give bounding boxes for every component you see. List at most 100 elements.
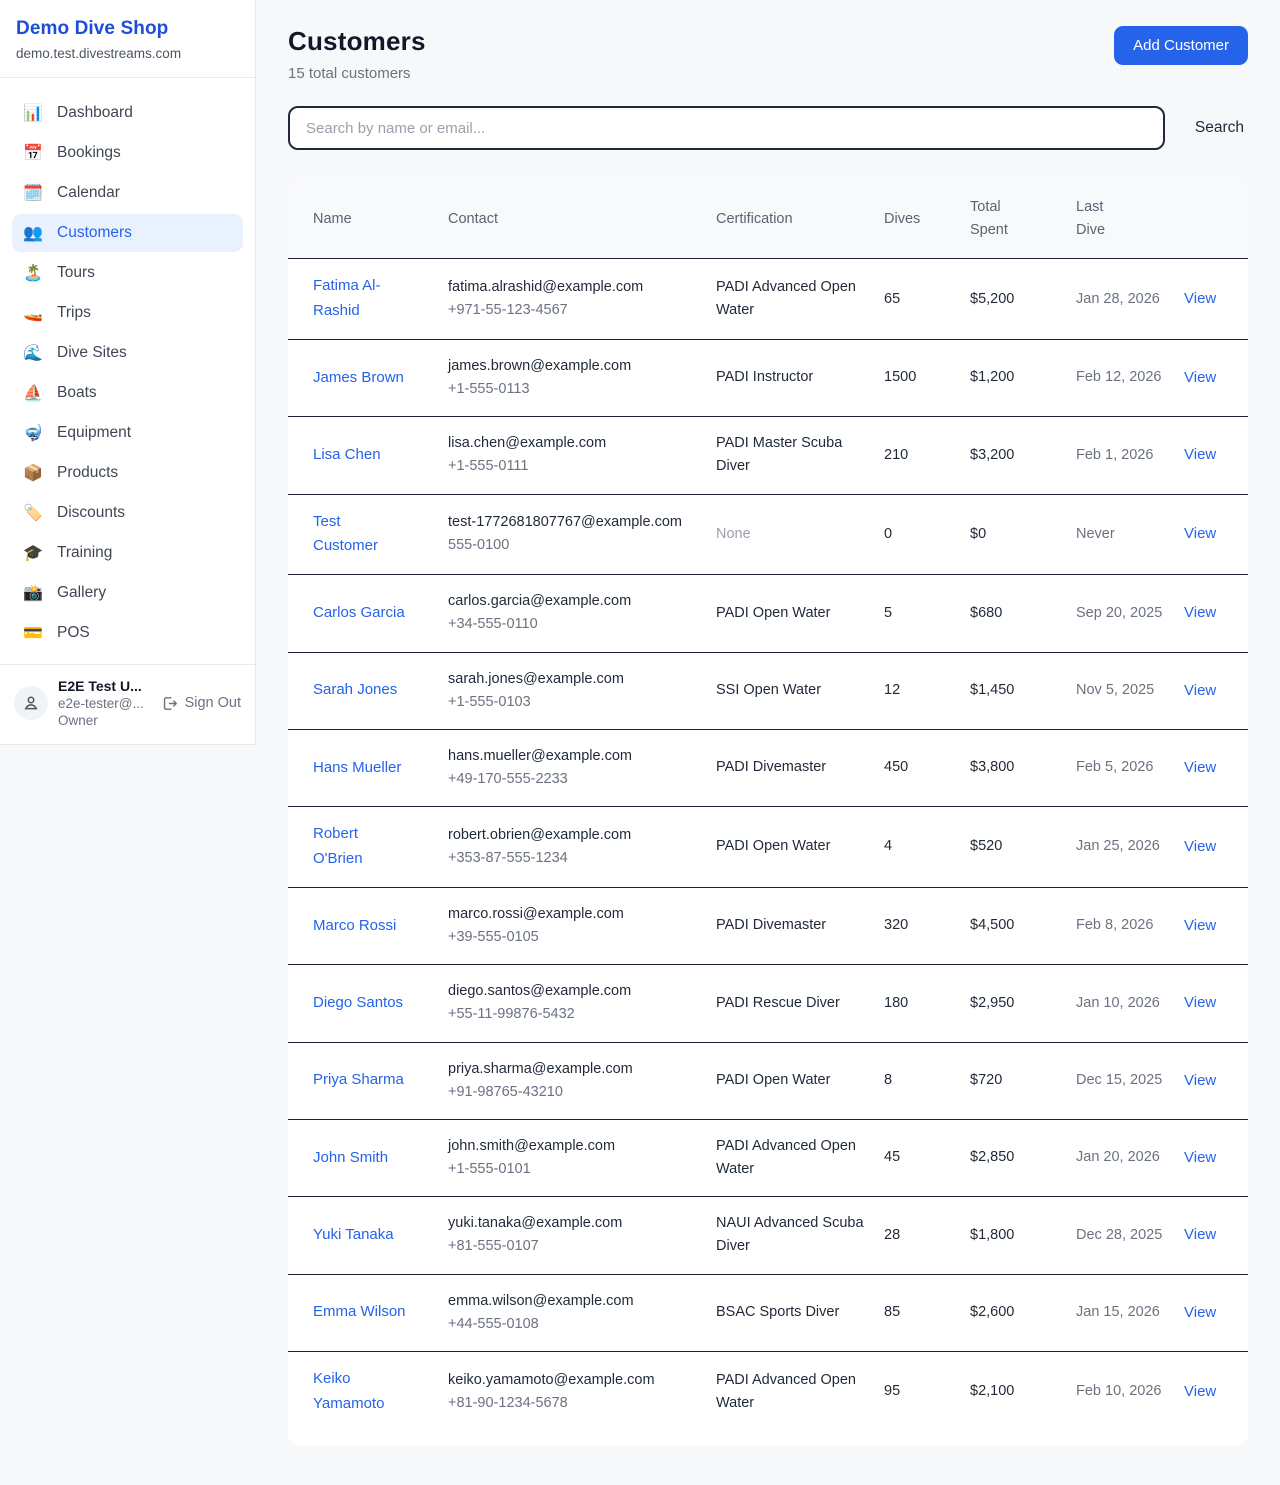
customer-last-dive: Dec 15, 2025 bbox=[1076, 1072, 1162, 1088]
customer-name-link[interactable]: Fatima Al-Rashid bbox=[313, 277, 381, 319]
view-link[interactable]: View bbox=[1184, 994, 1216, 1011]
customer-name-link[interactable]: Test Customer bbox=[313, 513, 378, 555]
sidebar-item-dashboard[interactable]: 📊 Dashboard bbox=[12, 94, 243, 132]
customer-name-link[interactable]: Yuki Tanaka bbox=[313, 1226, 394, 1243]
cell-last-dive: Feb 5, 2026 bbox=[1066, 729, 1174, 806]
customer-dives: 450 bbox=[884, 759, 908, 775]
customer-certification: PADI Master Scuba Diver bbox=[716, 435, 842, 474]
customer-last-dive: Jan 25, 2026 bbox=[1076, 838, 1160, 854]
sidebar-item-dive-sites[interactable]: 🌊 Dive Sites bbox=[12, 334, 243, 372]
cell-contact: keiko.yamamoto@example.com +81-90-1234-5… bbox=[438, 1352, 706, 1432]
cell-certification: PADI Divemaster bbox=[706, 729, 874, 806]
table-row: Carlos Garcia carlos.garcia@example.com … bbox=[288, 575, 1248, 652]
cell-contact: sarah.jones@example.com +1-555-0103 bbox=[438, 652, 706, 729]
customer-certification: PADI Advanced Open Water bbox=[716, 1372, 856, 1411]
customer-name-link[interactable]: Keiko Yamamoto bbox=[313, 1370, 384, 1412]
view-link[interactable]: View bbox=[1184, 525, 1216, 542]
customer-last-dive: Never bbox=[1076, 526, 1115, 542]
customer-total-spent: $1,800 bbox=[970, 1227, 1014, 1243]
cell-total-spent: $1,450 bbox=[960, 652, 1066, 729]
sidebar-item-label: Boats bbox=[57, 384, 97, 402]
table-row: Sarah Jones sarah.jones@example.com +1-5… bbox=[288, 652, 1248, 729]
customer-dives: 0 bbox=[884, 526, 892, 542]
view-link[interactable]: View bbox=[1184, 682, 1216, 699]
customer-last-dive: Feb 12, 2026 bbox=[1076, 369, 1161, 385]
sidebar-item-pos[interactable]: 💳 POS bbox=[12, 614, 243, 652]
discounts-icon: 🏷️ bbox=[22, 503, 44, 523]
customer-name-link[interactable]: Robert O'Brien bbox=[313, 825, 363, 867]
view-link[interactable]: View bbox=[1184, 917, 1216, 934]
view-link[interactable]: View bbox=[1184, 290, 1216, 307]
view-link[interactable]: View bbox=[1184, 1226, 1216, 1243]
customer-certification: PADI Advanced Open Water bbox=[716, 1138, 856, 1177]
view-link[interactable]: View bbox=[1184, 1383, 1216, 1400]
sidebar-item-calendar[interactable]: 🗓️ Calendar bbox=[12, 174, 243, 212]
customer-name-link[interactable]: Diego Santos bbox=[313, 994, 403, 1011]
customer-last-dive: Nov 5, 2025 bbox=[1076, 682, 1154, 698]
cell-name: Diego Santos bbox=[288, 965, 438, 1042]
sidebar-item-discounts[interactable]: 🏷️ Discounts bbox=[12, 494, 243, 532]
view-link[interactable]: View bbox=[1184, 369, 1216, 386]
customer-name-link[interactable]: Hans Mueller bbox=[313, 759, 401, 776]
cell-view: View bbox=[1174, 729, 1248, 806]
customer-last-dive: Jan 20, 2026 bbox=[1076, 1149, 1160, 1165]
cell-dives: 8 bbox=[874, 1042, 960, 1119]
sidebar-item-equipment[interactable]: 🤿 Equipment bbox=[12, 414, 243, 452]
customer-name-link[interactable]: Carlos Garcia bbox=[313, 604, 405, 621]
view-link[interactable]: View bbox=[1184, 604, 1216, 621]
customer-name-link[interactable]: Lisa Chen bbox=[313, 446, 381, 463]
sidebar-item-boats[interactable]: ⛵ Boats bbox=[12, 374, 243, 412]
shop-name: Demo Dive Shop bbox=[16, 18, 239, 40]
add-customer-button[interactable]: Add Customer bbox=[1114, 26, 1248, 65]
sidebar-item-gallery[interactable]: 📸 Gallery bbox=[12, 574, 243, 612]
customer-email: lisa.chen@example.com bbox=[448, 432, 696, 455]
customer-name-link[interactable]: Sarah Jones bbox=[313, 681, 397, 698]
sidebar-item-tours[interactable]: 🏝️ Tours bbox=[12, 254, 243, 292]
table-row: John Smith john.smith@example.com +1-555… bbox=[288, 1119, 1248, 1196]
cell-view: View bbox=[1174, 259, 1248, 340]
sign-out-button[interactable]: Sign Out bbox=[161, 695, 241, 712]
customer-dives: 95 bbox=[884, 1383, 900, 1399]
customer-certification: PADI Instructor bbox=[716, 369, 813, 385]
customer-certification: PADI Advanced Open Water bbox=[716, 279, 856, 318]
view-link[interactable]: View bbox=[1184, 1149, 1216, 1166]
cell-view: View bbox=[1174, 339, 1248, 416]
customer-last-dive: Dec 28, 2025 bbox=[1076, 1227, 1162, 1243]
customer-name-link[interactable]: Priya Sharma bbox=[313, 1071, 404, 1088]
cell-contact: marco.rossi@example.com +39-555-0105 bbox=[438, 887, 706, 964]
sidebar-item-trips[interactable]: 🚤 Trips bbox=[12, 294, 243, 332]
sidebar-item-label: Customers bbox=[57, 224, 132, 242]
cell-last-dive: Dec 28, 2025 bbox=[1066, 1197, 1174, 1274]
customer-total-spent: $5,200 bbox=[970, 291, 1014, 307]
view-link[interactable]: View bbox=[1184, 1072, 1216, 1089]
cell-name: Keiko Yamamoto bbox=[288, 1352, 438, 1432]
customer-email: emma.wilson@example.com bbox=[448, 1290, 696, 1313]
customer-name-link[interactable]: James Brown bbox=[313, 369, 404, 386]
cell-name: Sarah Jones bbox=[288, 652, 438, 729]
sidebar-item-bookings[interactable]: 📅 Bookings bbox=[12, 134, 243, 172]
view-link[interactable]: View bbox=[1184, 838, 1216, 855]
cell-name: Hans Mueller bbox=[288, 729, 438, 806]
cell-dives: 5 bbox=[874, 575, 960, 652]
sidebar-item-training[interactable]: 🎓 Training bbox=[12, 534, 243, 572]
sidebar-item-label: POS bbox=[57, 624, 90, 642]
col-header-certification: Certification bbox=[706, 176, 874, 259]
view-link[interactable]: View bbox=[1184, 446, 1216, 463]
view-link[interactable]: View bbox=[1184, 759, 1216, 776]
view-link[interactable]: View bbox=[1184, 1304, 1216, 1321]
search-input[interactable] bbox=[288, 106, 1165, 150]
customer-name-link[interactable]: Marco Rossi bbox=[313, 917, 396, 934]
page-header-text: Customers 15 total customers bbox=[288, 26, 426, 82]
customer-phone: +353-87-555-1234 bbox=[448, 847, 696, 870]
sidebar-item-label: Tours bbox=[57, 264, 95, 282]
col-header-contact: Contact bbox=[438, 176, 706, 259]
sidebar-item-products[interactable]: 📦 Products bbox=[12, 454, 243, 492]
search-button[interactable]: Search bbox=[1191, 111, 1248, 145]
customer-name-link[interactable]: Emma Wilson bbox=[313, 1303, 406, 1320]
pos-icon: 💳 bbox=[22, 623, 44, 643]
app-layout: Demo Dive Shop demo.test.divestreams.com… bbox=[0, 0, 1280, 1476]
customer-certification: None bbox=[716, 526, 751, 542]
cell-total-spent: $3,200 bbox=[960, 417, 1066, 494]
sidebar-item-customers[interactable]: 👥 Customers bbox=[12, 214, 243, 252]
customer-name-link[interactable]: John Smith bbox=[313, 1149, 388, 1166]
